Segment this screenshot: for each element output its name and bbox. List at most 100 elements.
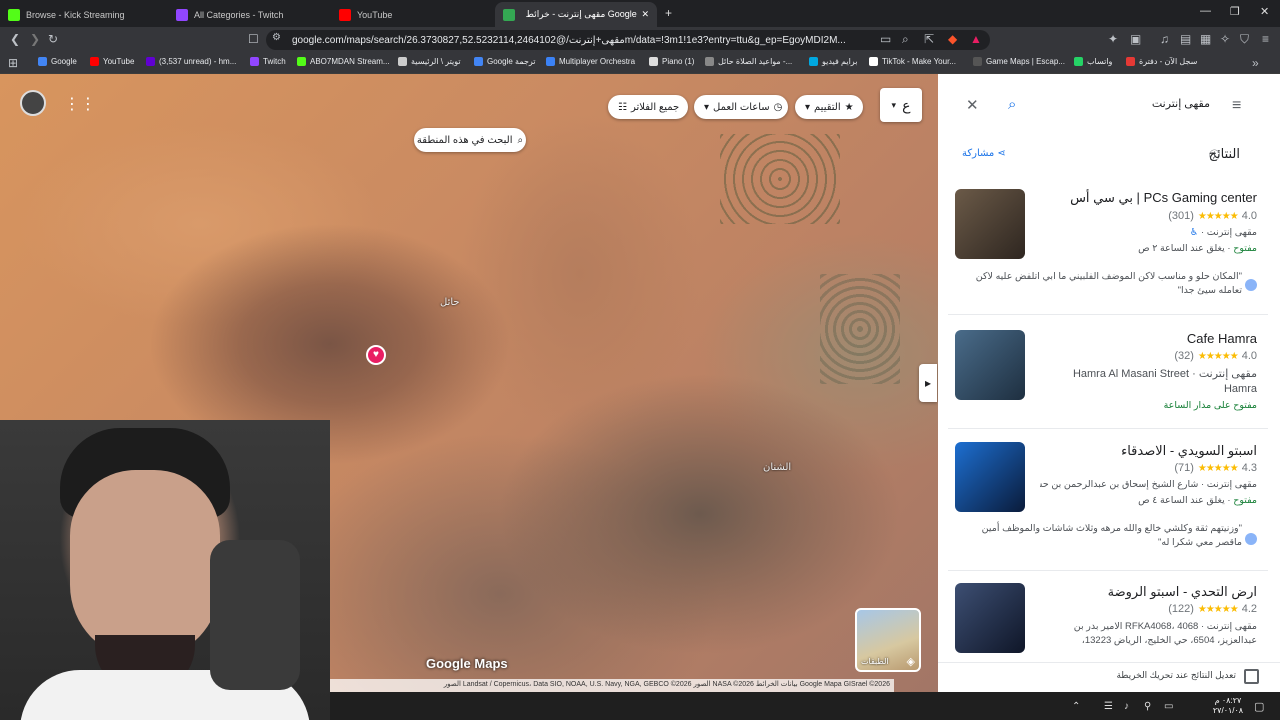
google-apps-icon[interactable]: ⋮⋮	[64, 94, 96, 114]
bookmark-gamemaps[interactable]: Game Maps | Escap...	[973, 57, 1065, 66]
result-hours: مفتوح على مدار الساعة	[1163, 400, 1257, 411]
result-thumbnail[interactable]	[955, 330, 1025, 400]
more-bookmarks-icon[interactable]: »	[1252, 56, 1259, 70]
bookmark-whatsapp[interactable]: واتساب	[1074, 57, 1112, 66]
new-tab-button[interactable]: +	[665, 6, 672, 20]
bookmark-prayer[interactable]: مواعيد الصلاة حائل -...	[705, 57, 792, 66]
result-rating: (71) ★★★★★ 4.3	[1174, 462, 1257, 474]
forward-icon[interactable]: ❯	[30, 32, 40, 46]
result-review: "وزنيتهم ثقة وكلشي خالع والله مرهه وثلاث…	[981, 523, 1242, 548]
tab-twitch[interactable]: All Categories - Twitch	[168, 2, 328, 27]
volume-icon[interactable]: ♪	[1124, 701, 1129, 712]
bookmark-x[interactable]: تويتر \ الرئيسية	[398, 57, 461, 66]
result-thumbnail[interactable]	[955, 583, 1025, 653]
bookmark-mail[interactable]: (3,537 unread) - hm...	[146, 57, 236, 66]
all-filters-button[interactable]: ☷ جميع الفلاتر	[608, 95, 688, 119]
battery-icon[interactable]: ▭	[1164, 701, 1173, 712]
clock-icon: ◷	[773, 101, 783, 113]
bookmark-orchestra[interactable]: Multiplayer Orchestra	[546, 57, 635, 66]
hours-filter-button[interactable]: ▾ ساعات العمل ◷	[694, 95, 788, 119]
share-page-icon[interactable]: ⇱	[924, 32, 934, 46]
search-this-area-button[interactable]: البحث في هذه المنطقة ⌕	[414, 128, 526, 152]
result-hours: مفتوح · يغلق عند الساعة ٢ ص	[1138, 243, 1257, 254]
apps-grid-icon[interactable]: ⊞	[8, 56, 18, 70]
back-icon[interactable]: ❮	[10, 32, 20, 46]
account-avatar[interactable]	[20, 90, 46, 116]
reading-list-icon[interactable]: ▤	[1180, 32, 1191, 46]
result-thumbnail[interactable]	[955, 189, 1025, 259]
extensions-icon[interactable]: ✦	[1108, 32, 1118, 46]
rating-filter-button[interactable]: ▾ التقييم ★	[795, 95, 863, 119]
bookmark-twitch[interactable]: Twitch	[250, 57, 286, 66]
tab-youtube[interactable]: YouTube	[331, 2, 491, 27]
map-pin-marker[interactable]: ♥	[366, 345, 386, 365]
kick-icon	[8, 8, 20, 21]
bookmark-translate[interactable]: Google ترجمة	[474, 57, 536, 66]
chevron-down-icon: ▾	[704, 101, 710, 113]
sidebar-icon[interactable]: ▣	[1130, 32, 1141, 46]
chevron-down-icon: ▾	[891, 99, 897, 110]
twitch-icon	[176, 8, 188, 21]
reviewer-avatar	[1245, 279, 1257, 291]
clear-search-icon[interactable]: ✕	[966, 96, 979, 114]
star-icon: ★	[844, 101, 854, 113]
search-icon[interactable]: ⌕	[1008, 96, 1016, 113]
update-results-checkbox[interactable]	[1244, 669, 1259, 684]
layers-button[interactable]: الطبقات ◈	[855, 608, 921, 672]
tab-kick[interactable]: Browse - Kick Streaming	[0, 2, 170, 27]
vpn-icon[interactable]: ⛉	[1240, 32, 1249, 47]
network-icon[interactable]: ☰	[1104, 701, 1113, 712]
result-name[interactable]: ارض التحدي - اسبتو الروضة	[1040, 584, 1257, 600]
wallet-icon[interactable]: ▦	[1200, 32, 1211, 46]
result-address: مقهى إنترنت · شارع الشيخ إسحاق بن عبدالر…	[1040, 479, 1257, 490]
extension-puzzle-icon[interactable]: ✧	[1220, 32, 1230, 46]
collapse-panel-button[interactable]: ▸	[919, 364, 937, 402]
youtube-icon	[339, 8, 351, 21]
bookmark-piano[interactable]: Piano (1)	[649, 57, 694, 66]
minimize-icon[interactable]: —	[1200, 5, 1211, 17]
taskbar-clock[interactable]: ٠٨:٢٧ م ٢٧/٠١/٠٨	[1208, 696, 1248, 716]
divider	[948, 428, 1268, 429]
bookmark-prime[interactable]: برايم فيديو	[809, 57, 857, 66]
bookmark-youtube[interactable]: YouTube	[90, 57, 134, 66]
restore-icon[interactable]: ❐	[1230, 5, 1240, 18]
bookmark-kick[interactable]: ABO7MDAN Stream...	[297, 57, 390, 66]
info-icon[interactable]: ⓘ	[1209, 147, 1220, 163]
close-tab-icon[interactable]: ✕	[641, 9, 649, 20]
result-hours: مفتوح · يغلق عند الساعة ٤ ص	[1138, 495, 1257, 506]
hamburger-menu-icon[interactable]: ≡	[1232, 97, 1241, 115]
more-filters-button[interactable]: ▾ ع	[880, 88, 922, 122]
map-attribution: Google Mapa GISrael ©2026 بيانات الخرائط…	[330, 679, 894, 692]
zoom-icon[interactable]: ⌕	[902, 32, 909, 47]
search-icon: ⌕	[517, 134, 524, 146]
result-name[interactable]: اسبتو السويدي - الاصدقاء	[1040, 443, 1257, 459]
share-button[interactable]: مشاركة ⋖	[962, 148, 1006, 159]
bookmark-google[interactable]: Google	[38, 57, 77, 66]
google-maps-watermark: Google Maps	[426, 656, 508, 671]
bookmark-icon[interactable]: ☐	[248, 32, 259, 46]
result-rating: (301) ★★★★★ 4.0	[1168, 210, 1257, 222]
brave-shield-icon[interactable]: ◆	[948, 32, 957, 46]
webcam-face	[70, 470, 220, 660]
farm-circles-north	[720, 134, 840, 224]
result-thumbnail[interactable]	[955, 442, 1025, 512]
notifications-icon[interactable]: ▢	[1254, 700, 1264, 713]
chevron-right-icon: ▸	[924, 376, 932, 390]
cast-icon[interactable]: ▭	[880, 32, 891, 46]
media-icon[interactable]: ♫	[1160, 32, 1169, 46]
reload-icon[interactable]: ↻	[48, 32, 58, 46]
bookmark-daftra[interactable]: سجل الآن - دفترة	[1126, 57, 1197, 66]
site-info-icon[interactable]: ⚙	[272, 32, 281, 43]
result-name[interactable]: Cafe Hamra	[1040, 331, 1257, 346]
tray-chevron-icon[interactable]: ⌃	[1072, 701, 1080, 712]
search-input[interactable]: مقهى إنترنت	[1080, 97, 1210, 110]
mic-icon[interactable]: ⚲	[1144, 701, 1151, 712]
menu-icon[interactable]: ≡	[1262, 32, 1269, 46]
share-icon: ⋖	[997, 148, 1006, 159]
result-category: مقهى إنترنت · ♿	[1189, 227, 1257, 238]
bookmark-tiktok[interactable]: TikTok - Make Your...	[869, 57, 956, 66]
close-window-icon[interactable]: ✕	[1260, 5, 1269, 18]
tab-google-maps[interactable]: مقهى إنترنت - خرائط Google ✕	[495, 2, 657, 27]
result-name[interactable]: PCs Gaming center | بي سي أس	[1040, 190, 1257, 206]
brave-rewards-icon[interactable]: ▲	[970, 32, 982, 46]
